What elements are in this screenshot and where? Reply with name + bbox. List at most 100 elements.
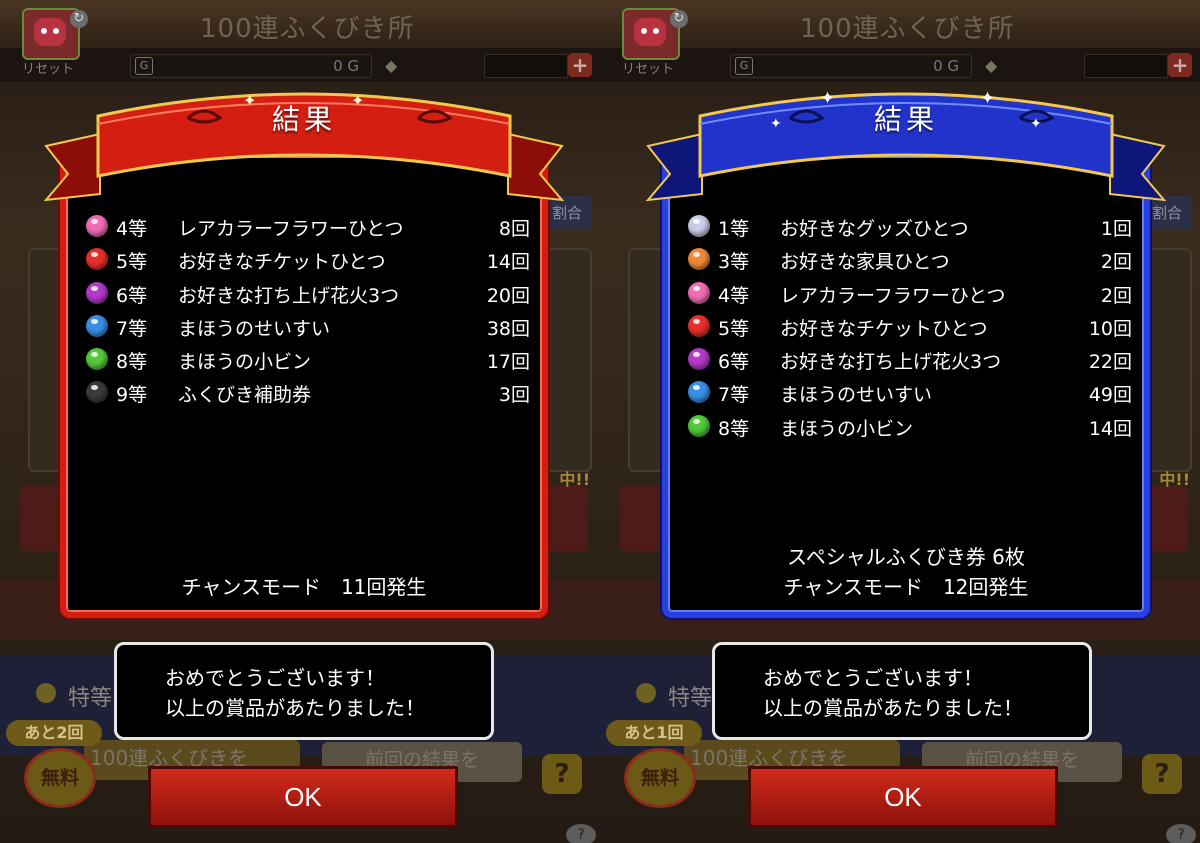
prize-name: まほうのせいすい [780,384,933,407]
event-label: 中!! [559,470,590,489]
gem-icon: ◆ [385,56,398,75]
orb-shine [91,352,98,358]
prize-orb-icon [688,381,710,404]
prize-orb-icon [688,314,710,337]
prize-row: 7等 まほうのせいすい 38回 [86,310,530,343]
prize-count: 22回 [1088,351,1132,374]
prize-list: 4等 レアカラーフラワーひとつ 8回 5等 お好きなチケットひとつ 14回 6等 お好きな打ち… [86,210,530,410]
message-line: おめでとうございます！ [763,666,983,690]
congrats-message: おめでとうございます！ 以上の賞品があたりました！ [712,642,1092,740]
ribbon-icon: ✦ ✦ [43,91,565,202]
prize-rank: 4等 [116,218,148,240]
prize-rank: 4等 [718,284,750,307]
message-line: おめでとうございます！ [165,666,385,690]
orb-shine [91,318,98,324]
prize-count: 1回 [1100,218,1132,240]
reset-label: リセット [22,61,75,76]
prize-name: レアカラーフラワーひとつ [178,218,404,240]
gem-counter [484,54,568,78]
orb-shine [693,418,700,424]
ok-button[interactable]: OK [748,766,1058,828]
dialog-title: 結果 [873,103,938,136]
orb-shine [693,318,700,324]
gold-counter: G 0 G [730,54,972,78]
gold-icon: G [135,57,153,75]
prize-name: まほうの小ビン [780,417,914,440]
prize-count: 49回 [1088,384,1132,407]
orb-shine [693,252,700,258]
prize-rank: 1等 [718,218,750,240]
feature-label: 特等 [68,686,113,711]
orb-shine [91,252,98,258]
prize-name: レアカラーフラワーひとつ [780,284,1006,307]
result-ribbon: ✦ ✦ 結果 [38,76,570,216]
dialog-footer: スペシャルふくびき券 6枚 チャンスモード 12回発生 [668,542,1144,602]
avatar-eye [641,28,647,34]
reset-label: リセット [622,61,675,76]
special-ticket-text: スペシャルふくびき券 6枚 [787,545,1025,569]
feature-orb-icon [36,683,56,703]
help-button[interactable]: ? [1142,754,1182,794]
prize-name: まほうのせいすい [178,317,331,340]
orb-shine [693,385,700,391]
gold-value: 0 G [333,57,359,75]
remaining-badge: あと2回 [6,720,102,746]
result-dialog: 4等 レアカラーフラワーひとつ 8回 5等 お好きなチケットひとつ 14回 6等 お好きな打ち… [60,150,548,618]
prize-count: 17回 [486,351,530,374]
prize-count: 14回 [486,251,530,274]
prize-count: 2回 [1100,284,1132,307]
prize-rank: 8等 [718,417,750,440]
dialog-footer: チャンスモード 11回発生 [66,572,542,602]
reset-icon[interactable]: ↻ [670,10,688,28]
prize-row: 7等 まほうのせいすい 49回 [688,376,1132,409]
prize-rank: 9等 [116,384,148,407]
prize-orb-icon [688,215,710,237]
gold-value: 0 G [933,57,959,75]
add-currency-button[interactable]: + [568,53,592,77]
gem-icon: ◆ [985,56,998,75]
gem-counter [1084,54,1168,78]
prize-count: 14回 [1088,417,1132,440]
help-button[interactable]: ? [542,754,582,794]
add-currency-button[interactable]: + [1168,53,1192,77]
prize-orb-icon [86,314,108,337]
prize-orb-icon [688,414,710,437]
help-icon[interactable]: ? [566,824,596,843]
prize-count: 2回 [1100,251,1132,274]
result-screen-left: ↻ リセット 100連ふくびき所 G 0 G ◆ + 割合 中!! 特等 100… [0,0,600,843]
prize-row: 8等 まほうの小ビン 17回 [86,343,530,376]
dialog-title: 結果 [271,103,336,136]
prize-orb-icon [86,381,108,404]
prize-orb-icon [688,248,710,271]
ok-button[interactable]: OK [148,766,458,828]
prize-count: 10回 [1088,317,1132,340]
orb-shine [693,219,700,224]
prize-row: 4等 レアカラーフラワーひとつ 2回 [688,277,1132,310]
prize-orb-icon [688,348,710,371]
orb-shine [91,219,98,224]
prize-name: お好きな打ち上げ花火3つ [178,284,400,307]
result-screen-right: ↻ リセット 100連ふくびき所 G 0 G ◆ + 割合 中!! 特等 100… [600,0,1200,843]
result-ribbon: ✦ ✦ ✦ ✦ 結果 [640,76,1172,216]
prize-row: 9等 ふくびき補助券 3回 [86,376,530,409]
avatar-face [34,18,66,46]
prize-orb-icon [86,281,108,304]
free-badge: 無料 [24,748,96,808]
orb-shine [693,352,700,358]
prize-name: お好きなチケットひとつ [178,251,386,274]
prize-list: 1等 お好きなグッズひとつ 1回 3等 お好きな家具ひとつ 2回 4等 レアカラーフラワーひと… [688,210,1132,443]
congrats-message: おめでとうございます！ 以上の賞品があたりました！ [114,642,494,740]
prize-rank: 3等 [718,251,750,274]
prize-rank: 5等 [116,251,148,274]
prize-rank: 7等 [718,384,750,407]
prize-row: 3等 お好きな家具ひとつ 2回 [688,243,1132,276]
avatar-eye [53,28,59,34]
help-icon[interactable]: ? [1166,824,1196,843]
prize-row: 6等 お好きな打ち上げ花火3つ 22回 [688,343,1132,376]
feature-label: 特等 [668,686,713,711]
reset-icon[interactable]: ↻ [70,10,88,28]
prize-count: 38回 [486,317,530,340]
prize-name: お好きなチケットひとつ [780,317,988,340]
orb-shine [693,285,700,291]
chance-mode-text: チャンスモード 12回発生 [783,575,1029,599]
